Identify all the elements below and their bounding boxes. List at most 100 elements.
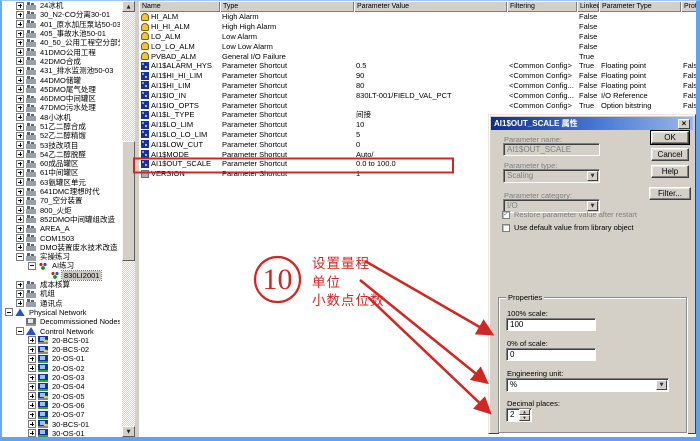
- expand-toggle-icon[interactable]: [28, 392, 36, 400]
- tree-item[interactable]: 852DMO中间罐组改造: [2, 215, 120, 224]
- expand-toggle-icon[interactable]: [16, 253, 24, 261]
- expand-toggle-icon[interactable]: [16, 39, 24, 47]
- dialog-titlebar[interactable]: AI1$OUT_SCALE 属性 ×: [491, 117, 693, 130]
- expand-toggle-icon[interactable]: [16, 299, 24, 307]
- close-icon[interactable]: ×: [678, 119, 690, 129]
- tree-item[interactable]: 63氨罐区单元: [2, 178, 120, 187]
- expand-toggle-icon[interactable]: [16, 67, 24, 75]
- expand-toggle-icon[interactable]: [16, 215, 24, 223]
- scroll-up-icon[interactable]: ▲: [122, 1, 135, 12]
- header-cell[interactable]: Linked: [577, 1, 599, 12]
- tree-item[interactable]: AI练习: [2, 261, 120, 270]
- tree-item[interactable]: 20-OS-02: [2, 364, 120, 373]
- header-cell[interactable]: Protected: [681, 1, 698, 12]
- default-value-checkbox[interactable]: [502, 224, 510, 232]
- tree-item[interactable]: 20-BCS-01: [2, 336, 120, 345]
- tree-item[interactable]: 48小冰机: [2, 113, 120, 122]
- expand-toggle-icon[interactable]: [16, 290, 24, 298]
- expand-toggle-icon[interactable]: [16, 225, 24, 233]
- tree-item[interactable]: 52乙二醇精馏: [2, 131, 120, 140]
- expand-toggle-icon[interactable]: [16, 132, 24, 140]
- expand-toggle-icon[interactable]: [16, 85, 24, 93]
- tree-item[interactable]: Decommissioned Nodes: [2, 317, 120, 326]
- table-row[interactable]: HI_ALM High Alarm False: [139, 12, 698, 22]
- tree-item[interactable]: 20-OS-01: [2, 354, 120, 363]
- expand-toggle-icon[interactable]: [16, 243, 24, 251]
- header-cell[interactable]: Parameter Type: [599, 1, 681, 12]
- tree-item[interactable]: 42DMO合成: [2, 57, 120, 66]
- expand-toggle-icon[interactable]: [16, 234, 24, 242]
- expand-toggle-icon[interactable]: [16, 57, 24, 65]
- expand-toggle-icon[interactable]: [28, 411, 36, 419]
- tree-scrollbar[interactable]: ▲ ▼: [122, 1, 135, 437]
- tree-item[interactable]: 20-OS-07: [2, 410, 120, 419]
- unit-combo[interactable]: % ▼: [506, 378, 669, 392]
- tree-item[interactable]: 41DMO公用工程: [2, 47, 120, 56]
- expand-toggle-icon[interactable]: [28, 336, 36, 344]
- header-cell[interactable]: Type: [220, 1, 354, 12]
- expand-toggle-icon[interactable]: [28, 364, 36, 372]
- tree-item[interactable]: 40_50_公用工程空分部分: [2, 38, 120, 47]
- ok-button[interactable]: OK: [651, 131, 689, 144]
- expand-toggle-icon[interactable]: [16, 48, 24, 56]
- chevron-down-icon[interactable]: ▼: [656, 380, 667, 390]
- expand-toggle-icon[interactable]: [16, 123, 24, 131]
- expand-toggle-icon[interactable]: [28, 383, 36, 391]
- expand-toggle-icon[interactable]: [16, 206, 24, 214]
- tree-item[interactable]: 53技改项目: [2, 140, 120, 149]
- expand-toggle-icon[interactable]: [16, 141, 24, 149]
- table-row[interactable]: AI1$IO_OPTS Parameter Shortcut <Common C…: [139, 100, 698, 110]
- tree-item[interactable]: AREA_A: [2, 224, 120, 233]
- tree-item[interactable]: Control Network: [2, 326, 120, 335]
- cancel-button[interactable]: Cancel: [651, 148, 689, 161]
- expand-toggle-icon[interactable]: [16, 104, 24, 112]
- expand-toggle-icon[interactable]: [16, 178, 24, 186]
- table-row[interactable]: AI1$ALARM_HYS Parameter Shortcut 0.5 <Co…: [139, 61, 698, 71]
- scale0-input[interactable]: 0: [506, 348, 596, 361]
- header-cell[interactable]: Parameter Value: [354, 1, 507, 12]
- expand-toggle-icon[interactable]: [28, 429, 36, 437]
- expand-toggle-icon[interactable]: [16, 113, 24, 121]
- tree-item[interactable]: 20-OS-03: [2, 373, 120, 382]
- tree-item[interactable]: 20-OS-06: [2, 401, 120, 410]
- tree-item[interactable]: 431_排水监测池50-03: [2, 66, 120, 75]
- tree-item[interactable]: 通讯点: [2, 299, 120, 308]
- tree-item[interactable]: 20-BCS-02: [2, 345, 120, 354]
- tree-item[interactable]: 641DMC理想时代: [2, 187, 120, 196]
- tree-item[interactable]: 800_火炬: [2, 206, 120, 215]
- tree-item[interactable]: 30-BCS-01: [2, 419, 120, 428]
- table-row[interactable]: LO_LO_ALM Low Low Alarm False: [139, 41, 698, 51]
- tree-item[interactable]: 44DMO储罐: [2, 75, 120, 84]
- header-cell[interactable]: Name: [139, 1, 220, 12]
- expand-toggle-icon[interactable]: [16, 281, 24, 289]
- tree-item[interactable]: 61中间罐区: [2, 168, 120, 177]
- expand-toggle-icon[interactable]: [16, 11, 24, 19]
- tree-item[interactable]: 机组: [2, 289, 120, 298]
- expand-toggle-icon[interactable]: [16, 95, 24, 103]
- expand-toggle-icon[interactable]: [16, 327, 24, 335]
- tree-item[interactable]: 20-OS-04: [2, 382, 120, 391]
- tree-item[interactable]: 30_N2-CO分离30-01: [2, 10, 120, 19]
- header-cell[interactable]: Filtering: [507, 1, 577, 12]
- scroll-down-icon[interactable]: ▼: [122, 426, 135, 437]
- table-row[interactable]: AI1$HI_LIM Parameter Shortcut 80 <Common…: [139, 81, 698, 91]
- filter-button[interactable]: Filter...: [649, 187, 691, 200]
- expand-toggle-icon[interactable]: [16, 20, 24, 28]
- tree-item[interactable]: 47DMO污水处理: [2, 103, 120, 112]
- tree-item[interactable]: 51乙二醇合成: [2, 122, 120, 131]
- table-row[interactable]: LO_ALM Low Alarm False: [139, 32, 698, 42]
- expand-toggle-icon[interactable]: [16, 188, 24, 196]
- tree-item[interactable]: DMO装置废水技术改造: [2, 243, 120, 252]
- expand-toggle-icon[interactable]: [28, 374, 36, 382]
- table-row[interactable]: PVBAD_ALM General I/O Failure True: [139, 51, 698, 61]
- tree-item[interactable]: 成本核算: [2, 280, 120, 289]
- tree-item[interactable]: 401_原水加压泵站50-03: [2, 20, 120, 29]
- tree-item[interactable]: 24冰机: [2, 1, 120, 10]
- expand-toggle-icon[interactable]: [16, 160, 24, 168]
- tree-item[interactable]: 60成品罐区: [2, 159, 120, 168]
- tree-item[interactable]: 45DMO尾气处理: [2, 85, 120, 94]
- restore-checkbox[interactable]: [502, 211, 510, 219]
- expand-toggle-icon[interactable]: [16, 150, 24, 158]
- expand-toggle-icon[interactable]: [28, 262, 36, 270]
- expand-toggle-icon[interactable]: [16, 169, 24, 177]
